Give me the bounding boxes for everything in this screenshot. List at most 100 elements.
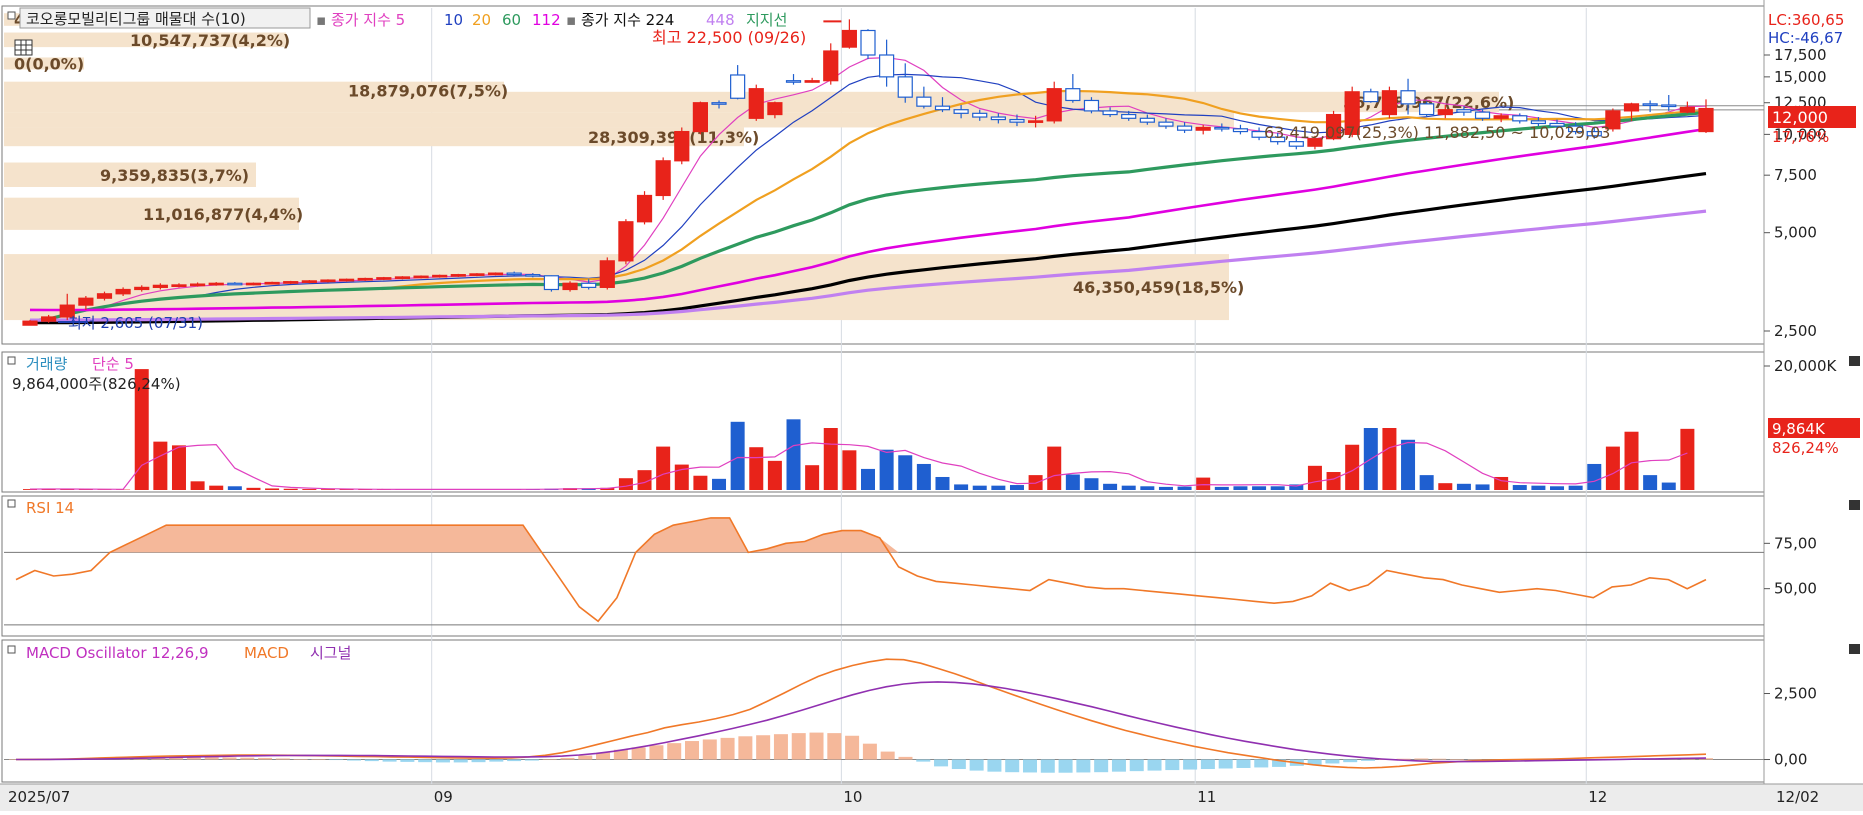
volume-bar bbox=[1457, 484, 1471, 490]
candle-body bbox=[768, 103, 782, 115]
legend-support: 지지선 bbox=[746, 11, 787, 29]
date-tick-label: 11 bbox=[1197, 788, 1216, 806]
volume-bar bbox=[749, 447, 763, 490]
volume-bar bbox=[1233, 486, 1247, 490]
macd-oscillator-bar bbox=[507, 760, 521, 762]
macd-oscillator-bar bbox=[774, 734, 788, 759]
macd-osc-title: MACD Oscillator 12,26,9 bbox=[26, 644, 209, 662]
price-tick-label: 7,500 bbox=[1774, 166, 1817, 184]
chart-canvas[interactable]: 56,798,967(22,6%)18,879,076(7,5%)28,309,… bbox=[0, 0, 1863, 811]
macd-oscillator-bar bbox=[400, 760, 414, 762]
legend-ma224: ▪ 종가 지수 224 bbox=[566, 11, 674, 29]
macd-collapse-icon[interactable] bbox=[8, 646, 15, 653]
candle-body bbox=[935, 106, 949, 110]
profile-volume-label: 10,547,737(4,2%) bbox=[130, 31, 290, 50]
collapse-icon[interactable] bbox=[8, 12, 15, 19]
candle-body bbox=[1643, 104, 1657, 106]
candle-body bbox=[1196, 127, 1210, 130]
candle-body bbox=[191, 284, 205, 286]
volume-bar bbox=[1084, 478, 1098, 490]
macd-oscillator-bar bbox=[383, 760, 397, 762]
volume-close-icon[interactable] bbox=[1849, 356, 1860, 366]
candle-body bbox=[340, 279, 354, 281]
legend-ma20: 20 bbox=[472, 11, 491, 29]
candle-body bbox=[135, 287, 149, 289]
candle-body bbox=[1066, 89, 1080, 101]
candle-body bbox=[898, 77, 912, 97]
candle-body bbox=[1289, 142, 1303, 147]
volume-bar bbox=[935, 477, 949, 490]
macd-oscillator-bar bbox=[525, 760, 539, 761]
macd-oscillator-bar bbox=[1148, 760, 1162, 771]
candle-body bbox=[1010, 120, 1024, 123]
macd-tick-label: 2,500 bbox=[1774, 685, 1817, 703]
volume-bar bbox=[1606, 447, 1620, 490]
macd-oscillator-bar bbox=[1450, 759, 1464, 760]
volume-bar bbox=[1252, 486, 1266, 490]
macd-oscillator-bar bbox=[1165, 760, 1179, 771]
volume-bar bbox=[787, 419, 801, 490]
macd-close-icon[interactable] bbox=[1849, 644, 1860, 654]
macd-oscillator-bar bbox=[418, 760, 432, 763]
volume-bar bbox=[1066, 475, 1080, 491]
price-range-note: 63,419,097(25,3%) 11,882,50 ~ 10,029,03 bbox=[1264, 123, 1610, 142]
profile-table-icon[interactable] bbox=[15, 40, 32, 55]
macd-oscillator-bar bbox=[898, 757, 912, 760]
macd-oscillator-bar bbox=[934, 760, 948, 767]
volume-bar bbox=[619, 478, 633, 490]
rsi-title: RSI 14 bbox=[26, 499, 74, 517]
macd-oscillator-bar bbox=[1076, 760, 1090, 773]
volume-bar bbox=[1308, 466, 1322, 490]
candle-body bbox=[79, 298, 93, 305]
candle-body bbox=[917, 97, 931, 106]
volume-tick-label: 20,000K bbox=[1774, 357, 1837, 375]
volume-bar bbox=[1438, 483, 1452, 490]
macd-oscillator-bar bbox=[649, 745, 663, 759]
candle-body bbox=[246, 283, 260, 285]
rsi-collapse-icon[interactable] bbox=[8, 500, 15, 507]
volume-bar bbox=[1662, 483, 1676, 490]
volume-bar bbox=[1513, 485, 1527, 490]
volume-bar bbox=[880, 450, 894, 490]
macd-oscillator-bar bbox=[489, 760, 503, 762]
macd-oscillator-bar bbox=[560, 758, 574, 760]
candle-body bbox=[1084, 100, 1098, 110]
candle-body bbox=[842, 30, 856, 47]
lc-value: LC:360,65 bbox=[1768, 11, 1844, 29]
candle-body bbox=[1140, 118, 1154, 122]
signal-label: 시그널 bbox=[310, 644, 351, 662]
macd-label: MACD bbox=[244, 644, 289, 662]
candle-body bbox=[1457, 110, 1471, 112]
volume-bar bbox=[284, 489, 298, 490]
volume-bar bbox=[1010, 485, 1024, 490]
candle-body bbox=[861, 30, 875, 55]
volume-collapse-icon[interactable] bbox=[8, 357, 15, 364]
volume-bar bbox=[265, 488, 279, 490]
candle-body bbox=[470, 274, 484, 276]
candle-body bbox=[489, 273, 503, 275]
volume-bar bbox=[954, 484, 968, 490]
date-axis-bar bbox=[0, 784, 1863, 811]
legend-ma112: 112 bbox=[532, 11, 561, 29]
volume-bar bbox=[842, 450, 856, 490]
rsi-close-icon[interactable] bbox=[1849, 500, 1860, 510]
macd-oscillator-bar bbox=[329, 760, 343, 761]
candle-body bbox=[1625, 104, 1639, 111]
volume-current: 9,864,000주(826,24%) bbox=[12, 375, 181, 393]
volume-bar bbox=[656, 447, 670, 490]
candle-body bbox=[507, 273, 521, 275]
candle-body bbox=[1699, 109, 1713, 132]
profile-volume-label: 18,879,076(7,5%) bbox=[348, 82, 508, 101]
candle-body bbox=[1178, 126, 1192, 130]
macd-oscillator-bar bbox=[436, 760, 450, 763]
profile-volume-label: 46,350,459(18,5%) bbox=[1073, 278, 1244, 297]
volume-bar bbox=[973, 486, 987, 490]
macd-oscillator-bar bbox=[667, 743, 681, 759]
candle-body bbox=[582, 283, 596, 287]
macd-oscillator-bar bbox=[347, 760, 361, 761]
price-tick-label: 2,500 bbox=[1774, 322, 1817, 340]
volume-bar bbox=[991, 486, 1005, 490]
macd-oscillator-bar bbox=[294, 759, 308, 760]
volume-bar bbox=[712, 479, 726, 490]
last-price: 12,000 bbox=[1772, 108, 1828, 127]
